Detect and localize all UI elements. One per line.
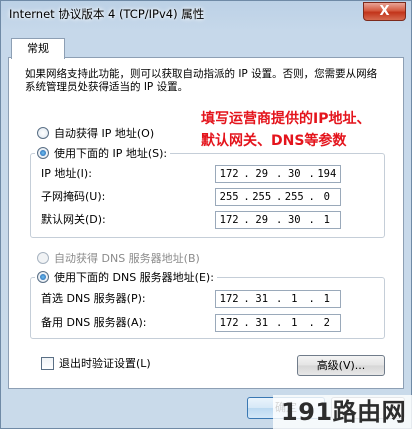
dns-auto-label: 自动获得 DNS 服务器地址(B) (54, 252, 200, 265)
properties-dialog: Internet 协议版本 4 (TCP/IPv4) 属性 X 常规 如果网络支… (0, 0, 412, 429)
ip-octet: 255 (219, 191, 239, 203)
ip-manual-option[interactable]: 使用下面的 IP 地址(S): (35, 146, 171, 160)
description-text: 如果网络支持此功能，则可以获取自动指派的 IP 设置。否则，您需要从网络系统管理… (25, 68, 378, 93)
ip-octet: 30 (287, 168, 301, 180)
ip-octet: 29 (255, 214, 269, 226)
ip-octet: 1 (291, 293, 298, 305)
ip-manual-label: 使用下面的 IP 地址(S): (54, 147, 168, 160)
subnet-mask-label: 子网掩码(U): (41, 190, 106, 203)
ip-auto-label: 自动获得 IP 地址(O) (54, 127, 155, 140)
instruction-annotation: 填写运营商提供的IP地址、 默认网关、DNS等参数 (201, 108, 411, 152)
ip-address-label: IP 地址(I): (41, 167, 92, 180)
ip-octet: 1 (323, 214, 330, 226)
alternate-dns-input[interactable]: 172. 31. 1. 2 (215, 314, 341, 332)
preferred-dns-label: 首选 DNS 服务器(P): (41, 292, 146, 305)
tab-general[interactable]: 常规 (11, 38, 65, 59)
ip-octet: 1 (323, 293, 330, 305)
ip-address-input[interactable]: 172. 29. 30. 194 (215, 165, 341, 183)
ip-octet: 29 (255, 168, 269, 180)
ip-octet: 172 (219, 214, 239, 226)
ip-octet: 2 (323, 317, 330, 329)
subnet-mask-input[interactable]: 255. 255. 255. 0 (215, 188, 341, 206)
ip-manual-radio[interactable] (37, 147, 49, 159)
validate-on-exit-label: 退出时验证设置(L) (59, 357, 151, 370)
ip-octet: 172 (219, 168, 239, 180)
ip-octet: 172 (219, 293, 239, 305)
ip-octet: 31 (255, 293, 269, 305)
dns-manual-radio[interactable] (37, 271, 49, 283)
title-bar[interactable]: Internet 协议版本 4 (TCP/IPv4) 属性 (1, 1, 411, 27)
window-title: Internet 协议版本 4 (TCP/IPv4) 属性 (9, 7, 205, 21)
ip-octet: 255 (252, 191, 272, 203)
ip-octet: 31 (255, 317, 269, 329)
ip-auto-option[interactable]: 自动获得 IP 地址(O) (37, 126, 154, 140)
default-gateway-input[interactable]: 172. 29. 30. 1 (215, 211, 341, 229)
annotation-line-1: 填写运营商提供的IP地址、 (201, 111, 371, 127)
annotation-line-2: 默认网关、DNS等参数 (201, 133, 347, 149)
ip-octet: 194 (317, 168, 337, 180)
site-watermark: 191路由网 (273, 395, 412, 429)
validate-on-exit-option[interactable]: 退出时验证设置(L) (41, 355, 151, 371)
ip-octet: 30 (287, 214, 301, 226)
ip-octet: 172 (219, 317, 239, 329)
ip-octet: 255 (284, 191, 304, 203)
alternate-dns-label: 备用 DNS 服务器(A): (41, 316, 147, 329)
ip-octet: 0 (323, 191, 330, 203)
dns-auto-radio[interactable] (37, 252, 49, 264)
close-button[interactable]: X (363, 2, 406, 21)
validate-on-exit-checkbox[interactable] (41, 356, 54, 370)
default-gateway-label: 默认网关(D): (41, 213, 106, 226)
advanced-button[interactable]: 高级(V)... (297, 355, 385, 376)
preferred-dns-input[interactable]: 172. 31. 1. 1 (215, 290, 341, 308)
dns-auto-option[interactable]: 自动获得 DNS 服务器地址(B) (37, 251, 200, 265)
ip-auto-radio[interactable] (37, 127, 49, 139)
dns-manual-label: 使用下面的 DNS 服务器地址(E): (54, 271, 214, 284)
ip-octet: 1 (291, 317, 298, 329)
dns-manual-option[interactable]: 使用下面的 DNS 服务器地址(E): (35, 270, 217, 284)
